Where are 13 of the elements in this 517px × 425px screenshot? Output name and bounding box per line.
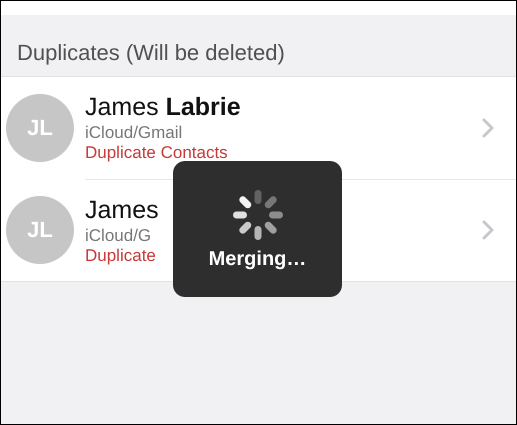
contact-accounts: iCloud/G (85, 224, 152, 246)
contact-name: James Labrie (85, 92, 241, 122)
chevron-icon (482, 220, 494, 240)
contact-status: Duplicate Contacts (85, 143, 228, 163)
section-header: Duplicates (Will be deleted) (17, 40, 285, 66)
hud-label: Merging… (208, 248, 306, 270)
spinner-icon (230, 188, 284, 242)
chevron-icon (482, 118, 494, 138)
avatar: JL (6, 94, 74, 162)
avatar: JL (6, 196, 74, 264)
contact-status: Duplicate (85, 246, 156, 266)
contact-name: James (85, 194, 159, 224)
contact-accounts: iCloud/Gmail (85, 122, 182, 143)
